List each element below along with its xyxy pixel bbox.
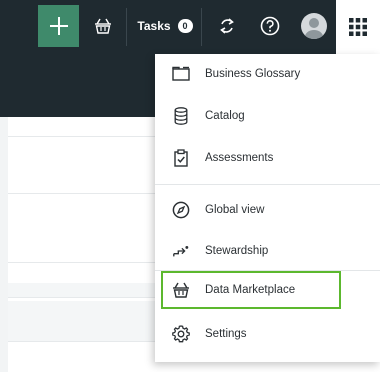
menu-item-global-view[interactable]: Global view xyxy=(155,191,380,229)
sync-button[interactable] xyxy=(212,5,242,47)
menu-item-label: Business Glossary xyxy=(205,68,301,80)
app-page: Tasks 0 Business Glossary Catalog Assess… xyxy=(0,0,380,372)
avatar xyxy=(301,13,327,39)
nav-divider xyxy=(126,8,127,46)
tasks-label: Tasks xyxy=(137,19,171,33)
top-navbar: Tasks 0 xyxy=(0,0,380,54)
menu-item-data-marketplace[interactable]: Data Marketplace xyxy=(161,271,341,309)
menu-item-catalog[interactable]: Catalog xyxy=(155,97,380,135)
folder-icon xyxy=(172,65,190,83)
plus-icon xyxy=(49,17,68,35)
app-switcher-button[interactable] xyxy=(336,0,380,54)
add-button[interactable] xyxy=(38,5,79,47)
app-switcher-menu: Business Glossary Catalog Assessments Gl… xyxy=(155,54,380,362)
menu-item-label: Catalog xyxy=(205,110,245,122)
grid-icon xyxy=(349,18,367,36)
menu-item-assessments[interactable]: Assessments xyxy=(155,139,380,177)
refresh-icon xyxy=(220,18,234,34)
menu-item-label: Assessments xyxy=(205,152,274,164)
menu-item-label: Global view xyxy=(205,204,265,216)
tasks-count-badge: 0 xyxy=(177,19,193,33)
menu-item-label: Stewardship xyxy=(205,245,269,257)
menu-separator xyxy=(155,184,380,185)
user-icon xyxy=(305,18,323,39)
help-button[interactable] xyxy=(255,5,285,47)
gear-icon xyxy=(172,325,190,343)
compass-icon xyxy=(172,201,190,219)
menu-item-label: Data Marketplace xyxy=(205,284,296,296)
nav-divider xyxy=(201,8,202,46)
basket-button[interactable] xyxy=(88,5,118,47)
user-avatar-button[interactable] xyxy=(297,5,331,47)
tasks-button[interactable]: Tasks 0 xyxy=(134,5,196,47)
menu-item-business-glossary[interactable]: Business Glossary xyxy=(155,55,380,93)
basket-icon xyxy=(95,18,111,34)
clipboard-check-icon xyxy=(172,149,190,167)
help-icon xyxy=(260,16,280,36)
menu-item-label: Settings xyxy=(205,328,247,340)
database-icon xyxy=(172,107,190,125)
basket-icon xyxy=(172,281,190,299)
menu-item-stewardship[interactable]: Stewardship xyxy=(155,232,380,270)
menu-item-settings[interactable]: Settings xyxy=(155,315,380,353)
stewardship-icon xyxy=(172,242,190,260)
